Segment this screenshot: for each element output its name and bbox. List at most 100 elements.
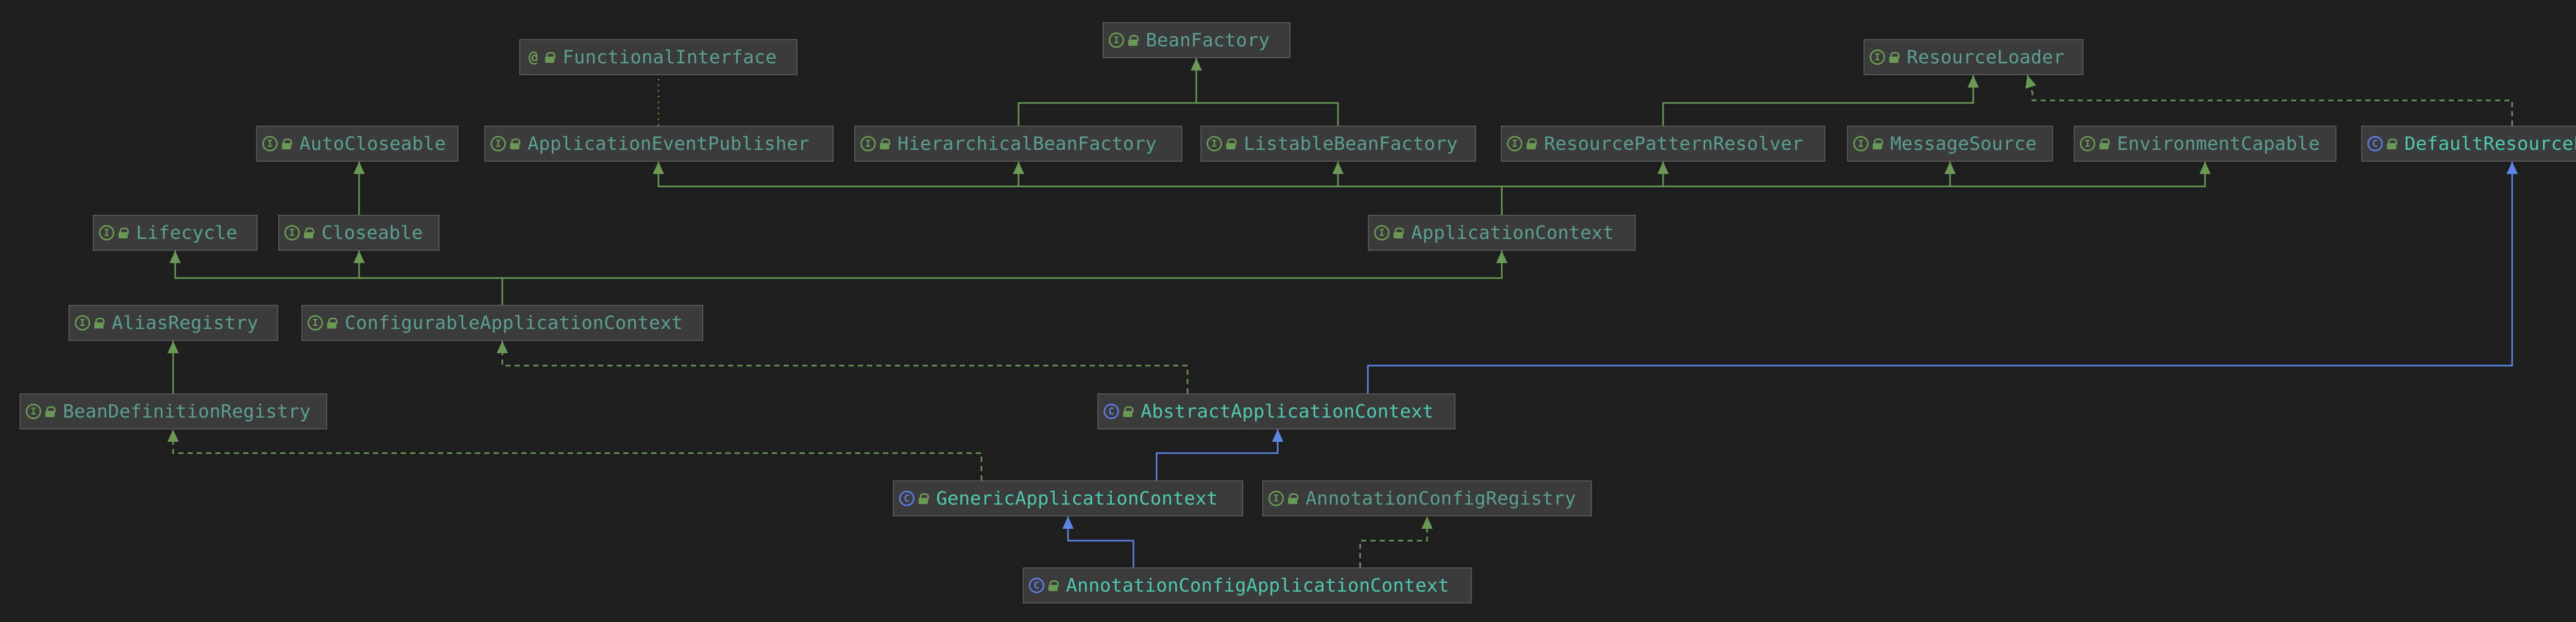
interface-icon: I bbox=[1268, 491, 1284, 506]
lock-icon bbox=[1048, 580, 1059, 591]
node-label: ConfigurableApplicationContext bbox=[345, 312, 683, 334]
node-application-event-publisher[interactable]: I ApplicationEventPublisher bbox=[484, 126, 834, 162]
edge-GenericApplicationContext-to-AbstractApplicationContext bbox=[1156, 429, 1283, 480]
node-bean-definition-registry[interactable]: I BeanDefinitionRegistry bbox=[20, 393, 327, 429]
class-icon: C bbox=[2367, 136, 2383, 151]
node-label: AutoCloseable bbox=[299, 133, 446, 154]
lock-icon bbox=[1123, 406, 1133, 417]
interface-icon: I bbox=[490, 136, 506, 151]
node-environment-capable[interactable]: I EnvironmentCapable bbox=[2074, 126, 2336, 162]
node-label: Lifecycle bbox=[136, 222, 238, 244]
node-abstract-application-context[interactable]: C AbstractApplicationContext bbox=[1097, 393, 1455, 429]
edge-HierarchicalBeanFactory-to-BeanFactory bbox=[1018, 58, 1202, 126]
edge-BeanDefinitionRegistry-to-AliasRegistry bbox=[167, 341, 179, 393]
annotation-icon: @ bbox=[528, 48, 538, 66]
lock-icon bbox=[510, 138, 520, 149]
node-message-source[interactable]: I MessageSource bbox=[1847, 126, 2053, 162]
node-label: GenericApplicationContext bbox=[936, 488, 1218, 509]
node-label: ResourcePatternResolver bbox=[1544, 133, 1804, 154]
interface-icon: I bbox=[1853, 136, 1869, 151]
lock-icon bbox=[919, 493, 929, 504]
node-label: AnnotationConfigRegistry bbox=[1306, 488, 1576, 509]
edge-AnnotationConfigApplicationContext-to-AnnotationConfigRegistry bbox=[1359, 516, 1433, 567]
interface-icon: I bbox=[75, 315, 90, 331]
edge-ApplicationContext-to-EnvironmentCapable bbox=[1502, 162, 2211, 187]
node-bean-factory[interactable]: I BeanFactory bbox=[1103, 22, 1291, 58]
edge-ListableBeanFactory-to-BeanFactory bbox=[1196, 102, 1339, 126]
node-label: AbstractApplicationContext bbox=[1141, 401, 1434, 422]
edge-ConfigurableApplicationContext-to-Closeable bbox=[353, 251, 502, 279]
interface-icon: I bbox=[1207, 136, 1222, 151]
lock-icon bbox=[1527, 138, 1537, 149]
node-generic-application-context[interactable]: C GenericApplicationContext bbox=[893, 480, 1243, 516]
lock-icon bbox=[94, 317, 105, 329]
lock-icon bbox=[304, 227, 314, 238]
node-listable-bean-factory[interactable]: I ListableBeanFactory bbox=[1200, 126, 1476, 162]
edge-Closeable-to-AutoCloseable bbox=[353, 162, 365, 215]
lock-icon bbox=[2387, 138, 2397, 149]
node-lifecycle[interactable]: I Lifecycle bbox=[93, 215, 258, 251]
lock-icon bbox=[327, 317, 337, 329]
node-label: ApplicationContext bbox=[1411, 222, 1614, 244]
lock-icon bbox=[282, 138, 292, 149]
node-label: AnnotationConfigApplicationContext bbox=[1066, 575, 1449, 596]
node-annotation-config-registry[interactable]: I AnnotationConfigRegistry bbox=[1262, 480, 1592, 516]
node-application-context[interactable]: I ApplicationContext bbox=[1368, 215, 1636, 251]
node-auto-closeable[interactable]: I AutoCloseable bbox=[256, 126, 459, 162]
interface-icon: I bbox=[860, 136, 876, 151]
edge-AbstractApplicationContext-to-DefaultResourceLoader bbox=[1367, 162, 2518, 393]
edge-GenericApplicationContext-to-BeanDefinitionRegistry bbox=[167, 429, 982, 480]
node-label: BeanDefinitionRegistry bbox=[63, 401, 311, 422]
interface-icon: I bbox=[99, 225, 114, 240]
class-icon: C bbox=[1104, 404, 1119, 419]
class-icon: C bbox=[899, 491, 914, 506]
node-resource-loader[interactable]: I ResourceLoader bbox=[1863, 39, 2083, 75]
node-functional-interface[interactable]: @ FunctionalInterface bbox=[519, 39, 798, 75]
edge-ApplicationContext-to-HierarchicalBeanFactory bbox=[1013, 162, 1502, 187]
interface-icon: I bbox=[1109, 32, 1124, 48]
node-label: ListableBeanFactory bbox=[1244, 133, 1458, 154]
edge-ConfigurableApplicationContext-to-ApplicationContext bbox=[502, 251, 1507, 279]
node-label: BeanFactory bbox=[1146, 29, 1270, 51]
edge-ApplicationContext-to-ResourcePatternResolver bbox=[1502, 162, 1669, 187]
node-label: FunctionalInterface bbox=[563, 46, 777, 68]
edge-DefaultResourceLoader-to-ResourceLoader bbox=[2025, 75, 2513, 126]
node-closeable[interactable]: I Closeable bbox=[278, 215, 439, 251]
edge-AbstractApplicationContext-to-ConfigurableApplicationContext bbox=[497, 341, 1189, 393]
interface-icon: I bbox=[2080, 136, 2095, 151]
interface-icon: I bbox=[308, 315, 323, 331]
node-alias-registry[interactable]: I AliasRegistry bbox=[69, 305, 278, 341]
node-default-resource-loader[interactable]: C DefaultResourceLoader bbox=[2361, 126, 2576, 162]
node-label: ApplicationEventPublisher bbox=[528, 133, 809, 154]
edge-ResourcePatternResolver-to-ResourceLoader bbox=[1662, 75, 1979, 126]
node-configurable-application-context[interactable]: I ConfigurableApplicationContext bbox=[301, 305, 703, 341]
node-label: EnvironmentCapable bbox=[2117, 133, 2320, 154]
interface-icon: I bbox=[262, 136, 278, 151]
lock-icon bbox=[545, 51, 555, 63]
node-annotation-config-application-context[interactable]: C AnnotationConfigApplicationContext bbox=[1023, 567, 1472, 603]
node-hierarchical-bean-factory[interactable]: I HierarchicalBeanFactory bbox=[854, 126, 1182, 162]
interface-icon: I bbox=[1870, 49, 1885, 65]
interface-icon: I bbox=[284, 225, 300, 240]
node-label: Closeable bbox=[321, 222, 423, 244]
lock-icon bbox=[1128, 34, 1139, 46]
lock-icon bbox=[1288, 493, 1298, 504]
node-label: DefaultResourceLoader bbox=[2404, 133, 2576, 154]
lock-icon bbox=[2099, 138, 2110, 149]
node-label: HierarchicalBeanFactory bbox=[897, 133, 1157, 154]
interface-icon: I bbox=[1374, 225, 1389, 240]
class-icon: C bbox=[1029, 578, 1044, 593]
edge-ApplicationContext-to-ListableBeanFactory bbox=[1332, 162, 1502, 187]
lock-icon bbox=[1889, 51, 1900, 63]
node-resource-pattern-resolver[interactable]: I ResourcePatternResolver bbox=[1501, 126, 1825, 162]
edge-ApplicationContext-to-MessageSource bbox=[1502, 162, 1956, 187]
node-label: MessageSource bbox=[1890, 133, 2037, 154]
edge-ApplicationContext-to-ApplicationEventPublisher bbox=[653, 162, 1503, 215]
interface-icon: I bbox=[26, 404, 41, 419]
node-label: AliasRegistry bbox=[112, 312, 259, 334]
lock-icon bbox=[1226, 138, 1236, 149]
node-label: ResourceLoader bbox=[1907, 46, 2065, 68]
edge-AnnotationConfigApplicationContext-to-GenericApplicationContext bbox=[1062, 516, 1134, 567]
lock-icon bbox=[880, 138, 890, 149]
lock-icon bbox=[1873, 138, 1883, 149]
